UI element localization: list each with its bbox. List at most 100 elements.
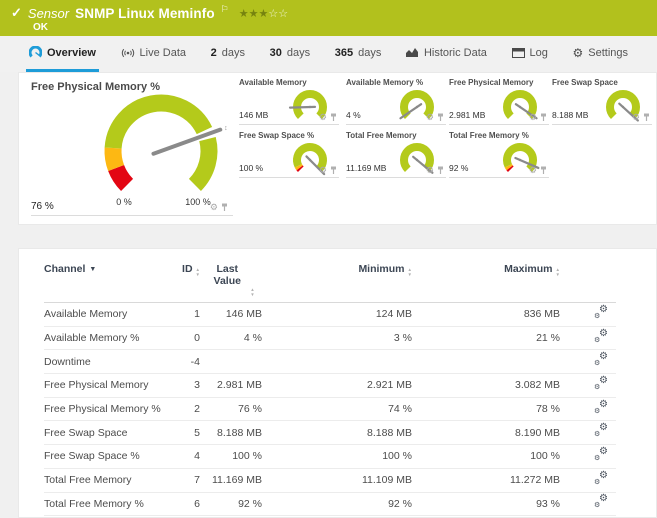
sensor-status-text: OK (33, 22, 48, 33)
cell-minimum: 92 % (388, 497, 412, 510)
gear-icon[interactable]: ⚙ (426, 166, 434, 175)
gear-icon[interactable]: ⚙ (529, 166, 537, 175)
cell-channel[interactable]: Downtime (44, 356, 174, 368)
cell-minimum: 2.921 MB (367, 379, 412, 392)
table-body: Available Memory 1 146 MB 124 MB 836 MB ⚙ ⚙ Ava… (44, 303, 616, 517)
channel-settings-gears-icon[interactable]: ⚙ ⚙ (594, 399, 608, 415)
cell-last-value: 4 % (243, 332, 262, 345)
table-row[interactable]: Available Memory % 0 4 % 3 % 21 % ⚙ ⚙ (44, 327, 616, 351)
col-header-channel[interactable]: Channel ▼ (44, 263, 174, 275)
table-row[interactable]: Available Memory 1 146 MB 124 MB 836 MB ⚙ ⚙ (44, 303, 616, 327)
gauges-panel: Free Physical Memory % ↕ 0 % 100 % 76 % … (18, 72, 657, 225)
cell-last-value: 8.188 MB (217, 426, 262, 439)
col-header-maximum[interactable]: Maximum ▲ ▼ (412, 263, 560, 277)
small-gauge-value: 11.169 MB (346, 163, 387, 173)
pin-icon[interactable] (330, 166, 337, 175)
sensor-title: SNMP Linux Meminfo (75, 5, 215, 21)
channel-settings-gears-icon[interactable]: ⚙ ⚙ (594, 352, 608, 368)
pin-icon[interactable] (221, 203, 228, 212)
tab-2-days[interactable]: 2 days (208, 36, 248, 72)
small-gauge-title: Available Memory (239, 78, 307, 87)
tab-settings[interactable]: ⚙ Settings (569, 36, 631, 72)
gear-icon: ⚙ (572, 45, 584, 60)
tab-label: Historic Data (423, 46, 487, 59)
channel-settings-gears-icon[interactable]: ⚙ ⚙ (594, 304, 608, 320)
cell-channel[interactable]: Total Free Memory (44, 474, 174, 486)
small-gauge-cell: Total Free Memory % 92 % ⚙ (449, 130, 549, 178)
gear-icon[interactable]: ⚙ (319, 166, 327, 175)
cell-id: 4 (194, 450, 200, 463)
pin-icon[interactable] (540, 113, 547, 122)
small-gauge (606, 90, 640, 122)
pin-icon[interactable] (437, 113, 444, 122)
tab-live-data[interactable]: Live Data (118, 36, 189, 72)
tab-bar: Overview Live Data 2 days 30 days 365 da… (0, 36, 657, 72)
cell-last-value: 11.169 MB (211, 474, 262, 487)
cell-id: 5 (194, 426, 200, 439)
channel-settings-gears-icon[interactable]: ⚙ ⚙ (594, 423, 608, 439)
gear-icon[interactable]: ⚙ (319, 113, 327, 122)
channel-settings-gears-icon[interactable]: ⚙ ⚙ (594, 470, 608, 486)
pin-icon[interactable] (643, 113, 650, 122)
cell-maximum: 100 % (530, 450, 560, 463)
tab-label: Settings (588, 46, 628, 59)
tab-log[interactable]: Log (509, 36, 551, 72)
tab-historic-data[interactable]: Historic Data (403, 36, 490, 72)
tab-number: 2 (210, 46, 217, 59)
cell-minimum: 124 MB (375, 308, 412, 321)
cell-channel[interactable]: Available Memory (44, 308, 174, 320)
gear-icon[interactable]: ⚙ (210, 203, 218, 212)
col-header-id[interactable]: ID ▲ ▼ (174, 263, 200, 277)
table-row[interactable]: Free Physical Memory % 2 76 % 74 % 78 % ⚙ ⚙ (44, 398, 616, 422)
cell-last-value: 2.981 MB (217, 379, 262, 392)
tab-30-days[interactable]: 30 days (267, 36, 314, 72)
col-header-last-value[interactable]: Last Value ▲ ▼ (200, 263, 262, 297)
divider (31, 215, 233, 216)
gear-icon[interactable]: ⚙ (632, 113, 640, 122)
tab-overview[interactable]: Overview (26, 36, 99, 72)
pin-icon[interactable] (540, 166, 547, 175)
small-gauge-title: Total Free Memory (346, 131, 417, 140)
table-row[interactable]: Free Physical Memory 3 2.981 MB 2.921 MB 3.0… (44, 374, 616, 398)
table-row[interactable]: Free Swap Space % 4 100 % 100 % 100 % ⚙ ⚙ (44, 445, 616, 469)
small-gauge-value: 100 % (239, 163, 264, 173)
small-gauge-title: Total Free Memory % (449, 131, 529, 140)
main-gauge: ↕ (104, 94, 228, 191)
channel-settings-gears-icon[interactable]: ⚙ ⚙ (594, 494, 608, 510)
small-gauge-cell: Free Swap Space % 100 % ⚙ (239, 130, 339, 178)
cell-channel[interactable]: Free Physical Memory % (44, 403, 174, 415)
pin-icon[interactable] (437, 166, 444, 175)
table-icon (511, 47, 525, 58)
channel-settings-gears-icon[interactable]: ⚙ ⚙ (594, 446, 608, 462)
small-gauge (399, 90, 434, 120)
cell-last-value: 76 % (238, 403, 262, 416)
cell-channel[interactable]: Free Swap Space (44, 427, 174, 439)
col-header-minimum[interactable]: Minimum ▲ ▼ (262, 263, 412, 277)
tab-label: Overview (47, 46, 96, 59)
tab-word: days (221, 46, 245, 59)
cell-id: 6 (194, 497, 200, 510)
table-row[interactable]: Total Free Memory % 6 92 % 92 % 93 % ⚙ ⚙ (44, 493, 616, 517)
tab-365-days[interactable]: 365 days (332, 36, 385, 72)
small-gauge-cell: Total Free Memory 11.169 MB ⚙ (346, 130, 446, 178)
small-gauge (400, 143, 434, 174)
small-gauge-title: Available Memory % (346, 78, 424, 87)
channel-settings-gears-icon[interactable]: ⚙ ⚙ (594, 375, 608, 391)
gauge-needle (288, 105, 317, 109)
gear-icon[interactable]: ⚙ (426, 113, 434, 122)
channel-settings-gears-icon[interactable]: ⚙ ⚙ (594, 328, 608, 344)
pin-icon[interactable] (330, 113, 337, 122)
cell-channel[interactable]: Free Physical Memory (44, 379, 174, 391)
small-gauge-cell: Available Memory % 4 % ⚙ (346, 77, 446, 125)
table-row[interactable]: Total Free Memory 7 11.169 MB 11.109 MB 11.2… (44, 469, 616, 493)
gear-icon[interactable]: ⚙ (529, 113, 537, 122)
favorite-rating-stars[interactable]: ★★★☆☆ (239, 7, 288, 20)
table-row[interactable]: Free Swap Space 5 8.188 MB 8.188 MB 8.190 MB… (44, 421, 616, 446)
table-row[interactable]: Downtime -4 ⚙ ⚙ (44, 350, 616, 375)
priority-flag-icon[interactable]: ⚐ (221, 4, 229, 15)
cell-channel[interactable]: Available Memory % (44, 332, 174, 344)
tab-number: 30 (269, 46, 282, 59)
cell-last-value: 146 MB (225, 308, 262, 321)
cell-channel[interactable]: Free Swap Space % (44, 450, 174, 462)
cell-channel[interactable]: Total Free Memory % (44, 498, 174, 510)
